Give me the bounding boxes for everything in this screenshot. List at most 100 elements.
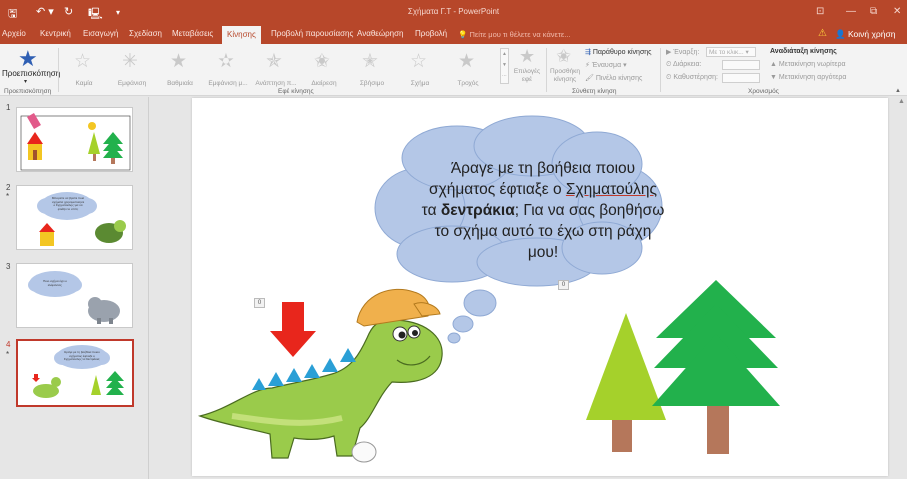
cloud-line-2-start: σχήματος έφτιαξε ο <box>429 181 566 198</box>
animation-pane-label: Παράθυρο κίνησης <box>592 49 652 56</box>
restore-icon[interactable]: ⧉ <box>870 6 877 17</box>
title-bar: 🖫 ↶ ▾ ↻ 🖳 ▾ Σχήματα Γ.Τ - PowerPoint ⊡ —… <box>0 0 907 26</box>
duration-label: ⏲ Διάρκεια: <box>666 61 702 68</box>
slide-3-preview <box>28 271 120 324</box>
scroll-up-icon[interactable]: ▲ <box>898 98 905 105</box>
animation-painter-button[interactable]: 🖌 Πινέλο κίνησης <box>585 74 642 82</box>
tab-design[interactable]: Σχεδίαση <box>129 29 162 38</box>
warning-icon[interactable]: ⚠ <box>818 28 827 39</box>
tab-view[interactable]: Προβολή <box>415 29 447 38</box>
effect-4-icon[interactable]: ✫ <box>218 52 234 71</box>
cloud-bold-word: δεντράκια <box>440 202 515 219</box>
effect-7-label[interactable]: Σβήσιμο <box>350 80 394 87</box>
share-label: Κοινή χρήση <box>847 29 896 39</box>
slide-4-bubble-text: Άραγε με τη βοήθεια ποιου σχήματος έφτια… <box>63 350 101 361</box>
animation-order-tag[interactable]: 0 <box>558 280 569 290</box>
tab-slideshow[interactable]: Προβολή παρουσίασης <box>271 29 353 38</box>
tab-review[interactable]: Αναθεώρηση <box>357 29 403 38</box>
cloud-line-1: Άραγε με τη βοήθεια ποιου <box>450 160 636 177</box>
effect-5-icon[interactable]: ✯ <box>266 52 282 71</box>
red-arrow <box>270 302 316 357</box>
delay-text: Καθυστέρηση: <box>673 74 718 81</box>
effect-options-label: Επιλογές εφέ <box>513 68 541 83</box>
delay-label: ⏲ Καθυστέρηση: <box>666 74 718 81</box>
slide-number: 2 <box>6 183 11 192</box>
cloud-line-2: σχήματος έφτιαξε ο Σχηματούλης <box>398 179 688 200</box>
animation-pane-button[interactable]: ⇶ Παράθυρο κίνησης <box>585 48 652 56</box>
start-dropdown[interactable]: Με το κλικ... ▾ <box>706 47 756 57</box>
ball <box>351 441 377 463</box>
effect-3-label[interactable]: Βαθμιαία <box>158 80 202 87</box>
timing-group-label: Χρονισμός <box>748 88 779 95</box>
divider <box>546 48 547 92</box>
cloud-text[interactable]: Άραγε με τη βοήθεια ποιου σχήματος έφτια… <box>398 158 688 263</box>
slide-thumbnail-4[interactable]: Άραγε με τη βοήθεια ποιου σχήματος έφτια… <box>16 339 134 407</box>
close-icon[interactable]: ✕ <box>893 6 901 17</box>
add-animation-button[interactable]: ✬ Προσθήκη κίνησης <box>548 46 582 86</box>
effect-9-label[interactable]: Τροχός <box>446 80 490 87</box>
effect-2-icon[interactable]: ✳ <box>122 52 138 71</box>
effect-6-label[interactable]: Διαίρεση <box>302 80 346 87</box>
effect-8-icon[interactable]: ☆ <box>410 52 427 71</box>
animation-painter-label: Πινέλο κίνησης <box>595 75 643 82</box>
trigger-button[interactable]: ⚡ Έναυσμα ▾ <box>585 61 627 69</box>
preview-dropdown-icon: ▾ <box>24 79 28 85</box>
cloud-line-4: το σχήμα αυτό το έχω στη ράχη <box>434 223 652 240</box>
effect-2-label[interactable]: Εμφάνιση <box>110 80 154 87</box>
slide-thumbnails-pane: 1 2 * Μπορείτε να βρείτε ποια σχήματα χρ… <box>0 97 148 479</box>
share-button[interactable]: 👤 Κοινή χρήση <box>835 29 895 40</box>
effect-4-label[interactable]: Εμφάνιση μ... <box>206 80 250 87</box>
effect-options-button[interactable]: ★ Επιλογές εφέ <box>512 46 542 86</box>
reorder-animation-label: Αναδιάταξη κίνησης <box>770 48 837 55</box>
preview-group-label: Προεπισκόπηση <box>4 88 52 95</box>
effect-1-label[interactable]: Καμία <box>62 80 106 87</box>
slide-thumbnail-1[interactable] <box>16 107 133 172</box>
effect-7-icon[interactable]: ✭ <box>362 52 378 71</box>
cloud-line-3-start: τα <box>421 202 441 219</box>
move-later-button[interactable]: ▼ Μετακίνηση αργότερα <box>770 74 846 81</box>
slide-3-bubble-text: Ποιο σχήμα έχει ο ελέφαντας; <box>43 279 67 287</box>
effect-8-label[interactable]: Σχήμα <box>398 80 442 87</box>
gallery-scroll[interactable]: ▲ ▼ ⋯ <box>500 48 509 84</box>
duration-input[interactable] <box>722 60 760 70</box>
slide-thumbnail-2[interactable]: Μπορείτε να βρείτε ποια σχήματα χρησιμοπ… <box>16 185 133 250</box>
cloud-line-5: μου! <box>527 244 559 261</box>
move-earlier-label: Μετακίνηση νωρίτερα <box>778 61 846 68</box>
tell-me-search[interactable]: 💡 Πείτε μου τι θέλετε να κάνετε... <box>458 30 570 39</box>
animations-ribbon: ★ Προεπισκόπηση ▾ Προεπισκόπηση ☆ Καμία ✳ Ε… <box>0 44 907 96</box>
minimize-icon[interactable]: — <box>846 6 856 17</box>
duration-text: Διάρκεια: <box>673 61 702 68</box>
window-title: Σχήματα Γ.Τ - PowerPoint <box>407 7 500 16</box>
collapse-ribbon-icon[interactable]: ▲ <box>895 88 901 94</box>
add-animation-label: Προσθήκη κίνησης <box>549 68 581 83</box>
cloud-name: Σχηματούλης <box>565 181 657 198</box>
ribbon-display-options-icon[interactable]: ⊡ <box>816 6 824 17</box>
effect-9-icon[interactable]: ★ <box>458 52 475 71</box>
start-value: Με το κλικ... <box>709 49 744 56</box>
advanced-group-label: Σύνθετη κίνηση <box>572 88 617 95</box>
start-text: Έναρξη: <box>673 49 700 56</box>
cloud-line-3-end: ; Για να σας βοηθήσω <box>514 202 665 219</box>
effect-3-icon[interactable]: ★ <box>170 52 187 71</box>
animation-order-tag[interactable]: 0 <box>254 298 265 308</box>
slide-canvas[interactable]: 0 0 <box>192 98 888 476</box>
tab-transitions[interactable]: Μεταβάσεις <box>172 29 213 38</box>
tab-animations[interactable]: Κίνησης <box>222 26 261 44</box>
tab-insert[interactable]: Εισαγωγή <box>83 29 118 38</box>
tab-file[interactable]: Αρχείο <box>2 29 26 38</box>
effect-5-label[interactable]: Ανάπτηση π... <box>254 80 298 87</box>
delay-input[interactable] <box>722 73 760 83</box>
tree-light-trunk <box>612 420 632 452</box>
add-animation-icon: ✬ <box>556 46 572 66</box>
slide-animation-marker: * <box>6 192 10 201</box>
slide-thumbnail-3[interactable]: Ποιο σχήμα έχει ο ελέφαντας; <box>16 263 133 328</box>
effect-6-icon[interactable]: ✬ <box>314 52 330 71</box>
divider <box>660 48 661 92</box>
tab-home[interactable]: Κεντρική <box>40 29 71 38</box>
effect-1-icon[interactable]: ☆ <box>74 52 91 71</box>
preview-label: Προεπισκόπηση <box>2 69 61 78</box>
move-earlier-button[interactable]: ▲ Μετακίνηση νωρίτερα <box>770 61 846 68</box>
preview-button[interactable]: ★ Προεπισκόπηση ▾ <box>2 46 60 86</box>
move-later-label: Μετακίνηση αργότερα <box>778 74 847 81</box>
dinosaur <box>197 288 443 459</box>
